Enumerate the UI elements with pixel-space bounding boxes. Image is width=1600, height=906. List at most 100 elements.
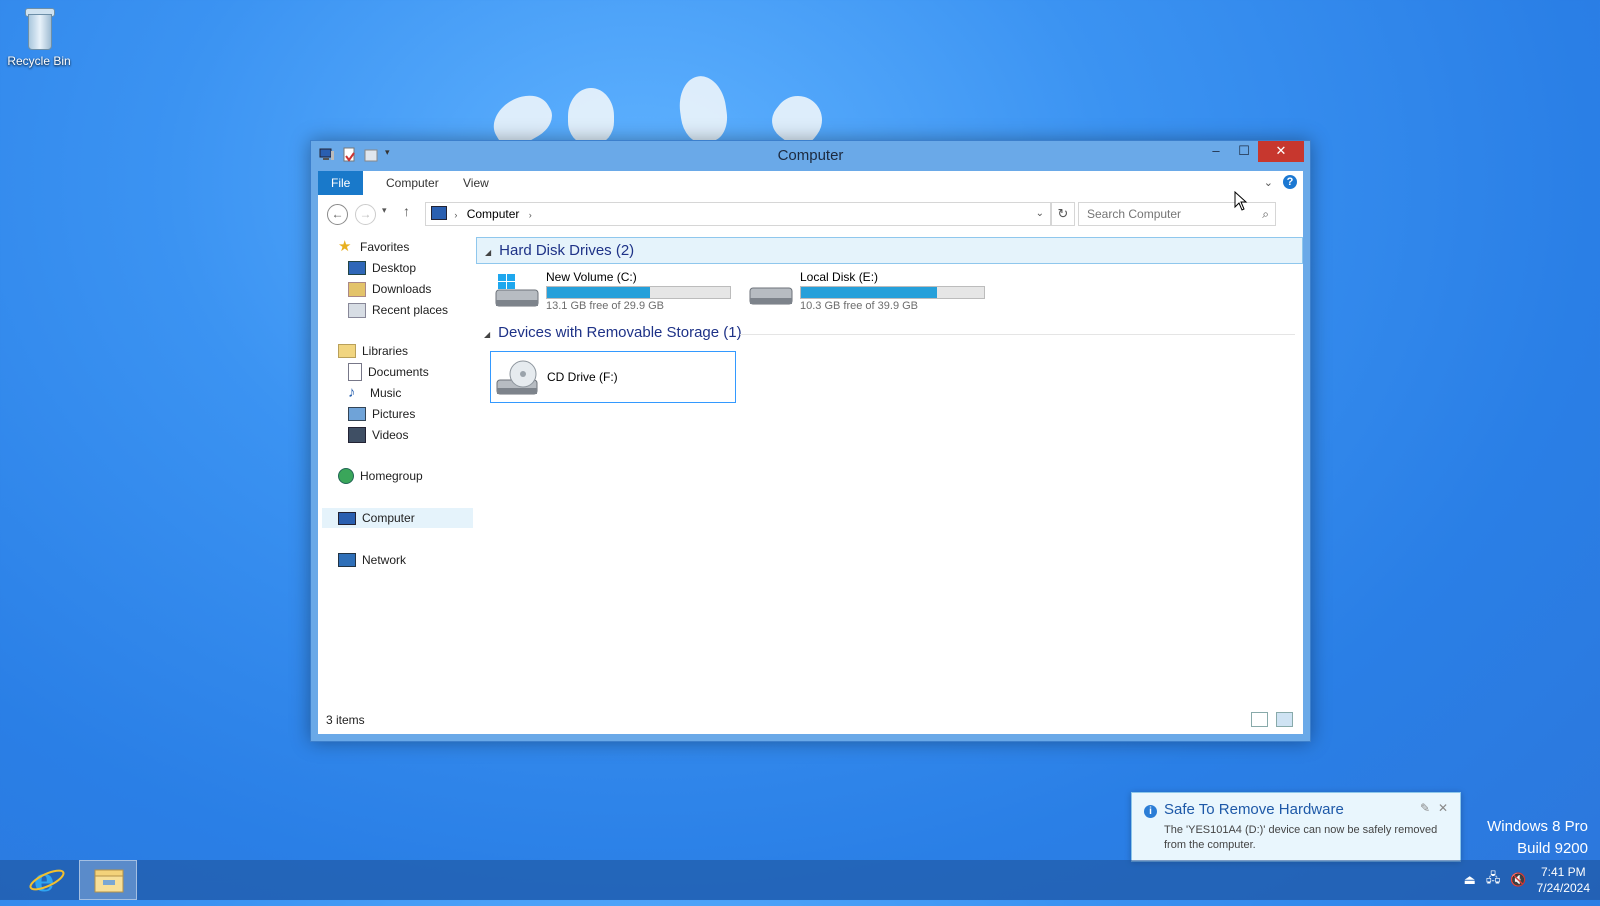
expand-ribbon-icon[interactable]: ⌄ (1264, 176, 1273, 189)
nav-item-desktop[interactable]: Desktop (348, 258, 416, 278)
breadcrumb-separator-icon[interactable]: › (529, 210, 532, 220)
address-dropdown-icon[interactable]: ⌄ (1036, 203, 1044, 225)
taskbar-internet-explorer[interactable]: e (18, 860, 76, 900)
address-bar[interactable]: › Computer › ⌄ (425, 202, 1051, 226)
drive-free-space: 13.1 GB free of 29.9 GB (546, 300, 665, 312)
network-status-icon[interactable]: 🖧 (1486, 869, 1501, 891)
close-icon[interactable]: ✕ (1438, 801, 1448, 815)
nav-item-recent-places[interactable]: Recent places (348, 300, 448, 320)
item-count: 3 items (326, 713, 365, 727)
drive-usage-fill (801, 287, 937, 298)
pin-icon[interactable]: ✎ (1420, 801, 1430, 815)
breadcrumb-separator-icon[interactable]: › (454, 210, 457, 220)
star-icon: ★ (338, 238, 352, 255)
nav-homegroup[interactable]: Homegroup (338, 466, 423, 486)
nav-item-documents[interactable]: Documents (348, 362, 429, 382)
computer-small-icon (431, 206, 447, 220)
taskbar-file-explorer[interactable] (79, 860, 137, 900)
nav-item-music[interactable]: ♪ Music (348, 383, 401, 403)
network-icon (338, 553, 356, 567)
volume-muted-icon[interactable]: 🔇 (1510, 872, 1526, 888)
title-bar[interactable]: ▾ Computer – ☐ ✕ (311, 141, 1310, 171)
search-input[interactable] (1085, 206, 1249, 222)
content-area: ◢ Hard Disk Drives (2) New Volume (C:) 13… (476, 235, 1303, 704)
nav-favorites[interactable]: ★ Favorites (338, 237, 409, 257)
group-header-hard-disk-drives[interactable]: ◢ Hard Disk Drives (2) (476, 237, 1303, 264)
drive-free-space: 10.3 GB free of 39.9 GB (800, 300, 919, 312)
desktop-icon-label: Recycle Bin (7, 54, 71, 68)
collapse-icon[interactable]: ◢ (484, 330, 490, 339)
nav-network[interactable]: Network (338, 550, 406, 570)
notification-title: Safe To Remove Hardware (1164, 801, 1344, 818)
close-button[interactable]: ✕ (1258, 141, 1304, 162)
window-client: File Computer View ⌄ ? ← → ▾ ↑ › Compute… (318, 171, 1303, 734)
collapse-icon[interactable]: ◢ (485, 248, 491, 257)
libraries-icon (338, 344, 356, 358)
clock[interactable]: 7:41 PM 7/24/2024 (1537, 864, 1590, 896)
nav-item-pictures[interactable]: Pictures (348, 404, 415, 424)
help-icon[interactable]: ? (1283, 175, 1297, 189)
forward-button[interactable]: → (355, 204, 376, 225)
system-tray: ⏏ 🖧 🔇 7:41 PM 7/24/2024 (1464, 864, 1590, 896)
search-icon[interactable]: ⌕ (1262, 203, 1269, 225)
nav-libraries[interactable]: Libraries (338, 341, 408, 361)
os-watermark: Windows 8 Pro Build 9200 (1487, 818, 1588, 857)
drive-item[interactable]: Local Disk (E:) 10.3 GB free of 39.9 GB (744, 266, 988, 316)
taskbar: e ⏏ 🖧 🔇 7:41 PM 7/24/2024 (0, 860, 1600, 900)
tab-computer[interactable]: Computer (373, 171, 452, 195)
drive-usage-fill (547, 287, 650, 298)
recent-locations-icon[interactable]: ▾ (382, 205, 387, 216)
drive-item[interactable]: New Volume (C:) 13.1 GB free of 29.9 GB (490, 266, 734, 316)
internet-explorer-icon: e (29, 861, 65, 899)
navigation-pane: ★ Favorites Desktop Downloads Recent pla… (318, 237, 473, 704)
status-bar: 3 items (318, 706, 1303, 734)
safely-remove-hardware-icon[interactable]: ⏏ (1464, 872, 1476, 888)
hard-drive-icon (749, 287, 793, 305)
refresh-button[interactable]: ↻ (1051, 202, 1075, 226)
drive-name: Local Disk (E:) (800, 270, 879, 284)
nav-item-videos[interactable]: Videos (348, 425, 408, 445)
group-divider (740, 334, 1295, 335)
mouse-cursor-icon (1234, 191, 1248, 211)
downloads-icon (348, 281, 366, 297)
info-icon: i (1144, 805, 1157, 818)
ribbon-tabs: File Computer View ⌄ ? (318, 171, 1303, 196)
wallpaper-petal (675, 73, 731, 145)
cd-drive-icon (496, 360, 538, 395)
computer-icon (338, 511, 356, 525)
window-title: Computer (777, 147, 844, 164)
recent-places-icon (348, 302, 366, 318)
group-header-removable-storage[interactable]: ◢ Devices with Removable Storage (1) (476, 320, 1303, 345)
recycle-bin-icon (22, 6, 56, 50)
desktop-icon (348, 261, 366, 275)
explorer-window: ▾ Computer – ☐ ✕ File Computer View ⌄ ? … (310, 140, 1311, 742)
tab-file[interactable]: File (318, 171, 364, 195)
videos-icon (348, 427, 366, 443)
notification-toast[interactable]: i Safe To Remove Hardware ✎ ✕ The 'YES10… (1131, 792, 1461, 862)
tab-view[interactable]: View (450, 171, 502, 195)
up-button[interactable]: ↑ (403, 203, 410, 219)
nav-item-downloads[interactable]: Downloads (348, 279, 431, 299)
maximize-button[interactable]: ☐ (1230, 141, 1258, 162)
wallpaper-petal (568, 88, 614, 144)
music-icon: ♪ (348, 384, 356, 401)
large-icons-view-icon[interactable] (1276, 712, 1293, 727)
hard-drive-windows-icon (495, 274, 539, 307)
minimize-button[interactable]: – (1202, 141, 1230, 162)
details-view-icon[interactable] (1251, 712, 1268, 727)
documents-icon (348, 363, 362, 381)
navigation-bar: ← → ▾ ↑ › Computer › ⌄ ↻ ⌕ (318, 195, 1303, 231)
breadcrumb-computer[interactable]: Computer (467, 207, 520, 221)
drive-usage-bar (800, 286, 985, 299)
back-button[interactable]: ← (327, 204, 348, 225)
drive-item-selected[interactable]: CD Drive (F:) (490, 351, 736, 403)
drive-name: New Volume (C:) (546, 270, 637, 284)
notification-body: The 'YES101A4 (D:)' device can now be sa… (1164, 824, 1438, 851)
desktop-icon-recycle-bin[interactable]: Recycle Bin (6, 6, 72, 68)
file-explorer-icon (94, 869, 124, 893)
pictures-icon (348, 407, 366, 421)
drive-name: CD Drive (F:) (547, 370, 618, 384)
drive-usage-bar (546, 286, 731, 299)
homegroup-icon (338, 468, 354, 484)
nav-computer[interactable]: Computer (322, 508, 473, 528)
